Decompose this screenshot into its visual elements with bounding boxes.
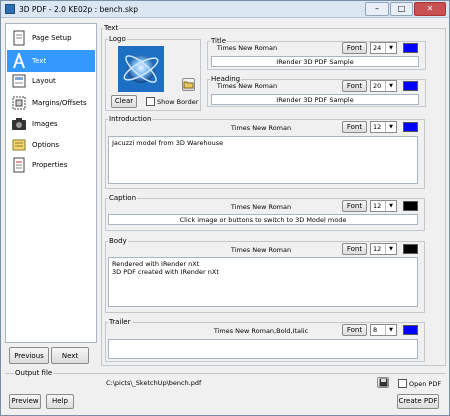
clear-logo-button[interactable]: Clear [111, 95, 137, 108]
sidebar-item-options[interactable]: Options [7, 134, 95, 156]
output-path: C:\picts\_SketchUp\bench.pdf [106, 379, 202, 387]
margins-icon [11, 95, 27, 111]
sidebar-item-text[interactable]: Text [7, 50, 95, 72]
close-button[interactable]: ✕ [414, 2, 446, 16]
trailer-label: Trailer [108, 318, 132, 326]
body-line: 3D PDF created with IRender nXt [112, 268, 219, 276]
open-pdf-checkbox[interactable] [398, 379, 407, 388]
caption-font-button[interactable]: Font [342, 200, 367, 212]
window-title: 3D PDF - 2.0 KE02p : bench.skp [19, 5, 138, 14]
camera-icon [11, 116, 27, 132]
show-border-label: Show Border [157, 98, 199, 106]
caption-size-select[interactable]: 12 ▼ [370, 200, 397, 212]
body-color-swatch[interactable] [403, 244, 418, 254]
show-border-checkbox[interactable] [146, 97, 155, 106]
trailer-size-value: 8 [373, 326, 378, 334]
title-font-button[interactable]: Font [342, 42, 367, 54]
sidebar-item-layout[interactable]: Layout [7, 70, 95, 92]
next-button[interactable]: Next [51, 347, 89, 364]
logo-label: Logo [108, 35, 127, 43]
body-font-name: Times New Roman [230, 246, 292, 254]
heading-color-swatch[interactable] [403, 81, 418, 91]
maximize-button[interactable]: □ [390, 2, 413, 16]
preview-button[interactable]: Preview [9, 394, 41, 409]
sidebar-item-images[interactable]: Images [7, 113, 95, 135]
chevron-down-icon: ▼ [385, 325, 396, 335]
introduction-size-value: 12 [373, 123, 382, 131]
previous-button[interactable]: Previous [9, 347, 49, 364]
options-icon [11, 137, 27, 153]
app-window: 3D PDF - 2.0 KE02p : bench.skp – □ ✕ Pag… [0, 0, 450, 416]
chevron-down-icon: ▼ [385, 201, 396, 211]
caption-color-swatch[interactable] [403, 201, 418, 211]
create-pdf-button[interactable]: Create PDF [397, 394, 439, 409]
body-textarea[interactable]: Rendered with IRender nXt 3D PDF created… [108, 257, 418, 307]
minimize-button[interactable]: – [365, 2, 389, 16]
title-font-name: Times New Roman [216, 44, 278, 52]
heading-size-value: 20 [373, 82, 382, 90]
caption-font-name: Times New Roman [230, 203, 292, 211]
trailer-font-button[interactable]: Font [342, 324, 367, 336]
help-button[interactable]: Help [46, 394, 74, 409]
sidebar-item-label: Options [32, 141, 60, 149]
caption-input[interactable]: Click image or buttons to switch to 3D M… [108, 214, 418, 225]
title-color-swatch[interactable] [403, 43, 418, 53]
introduction-label: Introduction [108, 115, 153, 123]
sidebar-item-properties[interactable]: Properties [7, 154, 95, 176]
chevron-down-icon: ▼ [385, 122, 396, 132]
sidebar-item-label: Margins/Offsets [32, 99, 87, 107]
body-size-select[interactable]: 12 ▼ [370, 243, 397, 255]
body-font-button[interactable]: Font [342, 243, 367, 255]
sidebar-item-label: Text [32, 57, 47, 65]
title-input[interactable]: IRender 3D PDF Sample [211, 56, 419, 67]
chevron-down-icon: ▼ [385, 43, 396, 53]
sidebar: Page Setup Text Layout Margins/Offsets I… [5, 23, 97, 343]
title-size-value: 24 [373, 44, 382, 52]
title-size-select[interactable]: 24 ▼ [370, 42, 397, 54]
open-pdf-label: Open PDF [409, 380, 442, 388]
trailer-size-select[interactable]: 8 ▼ [370, 324, 397, 336]
folder-open-icon [183, 81, 194, 89]
sidebar-item-margins[interactable]: Margins/Offsets [7, 92, 95, 114]
body-size-value: 12 [373, 245, 382, 253]
trailer-color-swatch[interactable] [403, 325, 418, 335]
page-setup-icon [11, 30, 27, 46]
sidebar-item-label: Page Setup [32, 34, 72, 42]
chevron-down-icon: ▼ [385, 244, 396, 254]
heading-font-button[interactable]: Font [342, 80, 367, 92]
introduction-textarea[interactable]: Jacuzzi model from 3D Warehouse [108, 136, 418, 184]
body-line: Rendered with IRender nXt [112, 260, 200, 268]
trailer-textarea[interactable] [108, 339, 418, 359]
sidebar-item-label: Layout [32, 77, 56, 85]
layout-icon [11, 73, 27, 89]
sidebar-item-label: Images [32, 120, 58, 128]
save-file-button[interactable] [377, 377, 389, 388]
sidebar-item-page-setup[interactable]: Page Setup [7, 27, 95, 49]
introduction-font-button[interactable]: Font [342, 121, 367, 133]
app-icon [5, 4, 15, 14]
chevron-down-icon: ▼ [385, 81, 396, 91]
introduction-size-select[interactable]: 12 ▼ [370, 121, 397, 133]
introduction-font-name: Times New Roman [230, 124, 292, 132]
text-group-label: Text [103, 24, 120, 32]
text-icon [11, 51, 27, 69]
caption-label: Caption [108, 194, 138, 202]
heading-input[interactable]: IRender 3D PDF Sample [211, 94, 419, 105]
title-bar: 3D PDF - 2.0 KE02p : bench.skp – □ ✕ [1, 1, 449, 18]
properties-icon [11, 157, 27, 173]
introduction-color-swatch[interactable] [403, 122, 418, 132]
floppy-disk-icon [379, 378, 387, 387]
logo-image[interactable] [118, 46, 164, 92]
heading-size-select[interactable]: 20 ▼ [370, 80, 397, 92]
caption-size-value: 12 [373, 202, 382, 210]
browse-logo-button[interactable] [182, 78, 195, 91]
heading-font-name: Times New Roman [216, 82, 278, 90]
introduction-line: Jacuzzi model from 3D Warehouse [112, 139, 224, 147]
output-label: Output file [14, 369, 54, 377]
sidebar-item-label: Properties [32, 161, 68, 169]
body-label: Body [108, 237, 128, 245]
trailer-font-name: Times New Roman,Bold,Italic [213, 327, 309, 335]
